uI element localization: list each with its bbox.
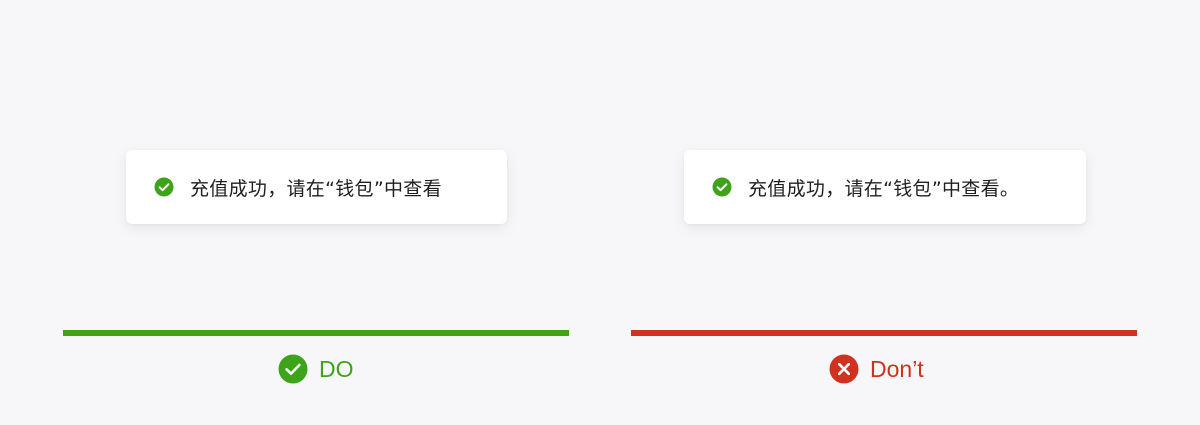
verdict-dont: Don’t xyxy=(829,352,924,386)
do-indicator-bar xyxy=(63,330,569,336)
verdict-label: DO xyxy=(319,355,354,382)
dont-indicator-bar xyxy=(631,330,1137,336)
toast-message: 充值成功，请在“钱包”中查看。 xyxy=(748,177,1020,200)
toast-message: 充值成功，请在“钱包”中查看 xyxy=(190,177,442,200)
check-circle-icon xyxy=(278,354,308,384)
x-circle-icon xyxy=(829,354,859,384)
check-circle-icon xyxy=(154,177,174,197)
check-circle-icon xyxy=(712,177,732,197)
verdict-label: Don’t xyxy=(870,355,924,382)
toast-do-example: 充值成功，请在“钱包”中查看 xyxy=(126,150,507,224)
verdict-do: DO xyxy=(278,352,354,386)
toast-dont-example: 充值成功，请在“钱包”中查看。 xyxy=(684,150,1086,224)
